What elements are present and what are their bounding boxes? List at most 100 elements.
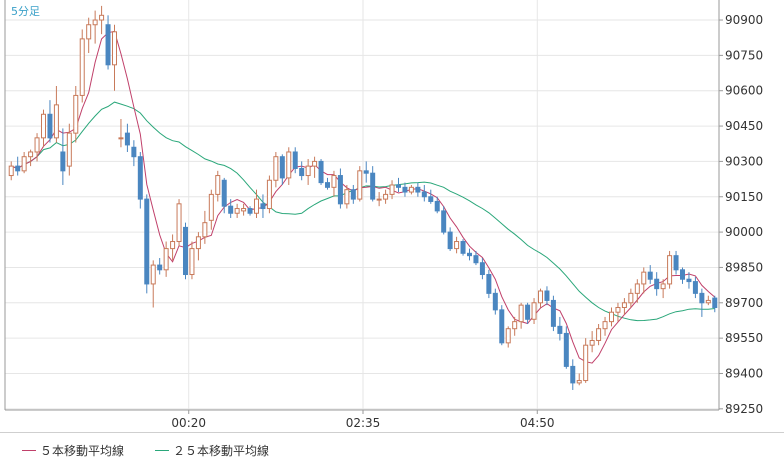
candle-body bbox=[679, 269, 686, 280]
candle-body bbox=[660, 283, 666, 290]
candle-body bbox=[395, 184, 402, 188]
candle-body bbox=[170, 241, 176, 250]
candle-body bbox=[376, 198, 382, 201]
timeframe-label: 5分足 bbox=[11, 5, 40, 18]
candle-body bbox=[92, 19, 98, 26]
candle-body bbox=[111, 31, 118, 66]
candle-body bbox=[563, 332, 569, 367]
candle-body bbox=[266, 179, 272, 210]
candle-body bbox=[460, 241, 466, 254]
candle-body bbox=[441, 210, 447, 233]
candle-body bbox=[34, 137, 40, 153]
candle-body bbox=[576, 380, 582, 384]
candle-body bbox=[189, 248, 195, 276]
y-tick-label: 90900 bbox=[725, 13, 763, 27]
y-tick-label: 89850 bbox=[725, 260, 763, 274]
candle-body bbox=[505, 328, 511, 344]
candle-body bbox=[486, 274, 492, 294]
candle-body bbox=[621, 302, 627, 308]
candle-body bbox=[686, 278, 692, 283]
candle-body bbox=[479, 262, 485, 276]
candle-body bbox=[260, 203, 266, 210]
y-tick-label: 90450 bbox=[725, 119, 763, 133]
candle-body bbox=[628, 292, 634, 304]
candle-body bbox=[253, 198, 260, 214]
candle-body bbox=[602, 321, 608, 330]
candle-body bbox=[131, 146, 137, 158]
y-tick-label: 90300 bbox=[725, 154, 763, 168]
candle-body bbox=[454, 241, 460, 250]
legend-ma5-label: ５本移動平均線 bbox=[40, 444, 125, 458]
candle-body bbox=[157, 264, 163, 271]
candle-body bbox=[357, 170, 363, 200]
candle-body bbox=[583, 344, 589, 382]
candle-body bbox=[318, 160, 324, 184]
candle-body bbox=[28, 151, 34, 158]
candle-body bbox=[550, 299, 556, 327]
candle-body bbox=[144, 198, 150, 285]
candle-body bbox=[363, 170, 369, 174]
candle-body bbox=[8, 165, 14, 177]
x-tick-label: 00:20 bbox=[171, 416, 206, 430]
candle-body bbox=[589, 339, 595, 346]
candle-body bbox=[150, 264, 156, 285]
candle-body bbox=[331, 175, 337, 188]
candle-body bbox=[537, 290, 544, 304]
candle-body bbox=[73, 94, 79, 134]
candle-body bbox=[350, 189, 356, 200]
candle-body bbox=[47, 113, 53, 139]
y-tick-label: 90600 bbox=[725, 84, 763, 98]
candle-body bbox=[712, 297, 718, 308]
candle-body bbox=[421, 191, 427, 198]
legend-ma25-label: ２５本移動平均線 bbox=[173, 444, 270, 458]
candle-body bbox=[137, 156, 143, 200]
candle-body bbox=[518, 304, 524, 323]
candle-body bbox=[608, 311, 615, 323]
candle-body bbox=[182, 226, 189, 276]
candle-body bbox=[337, 175, 343, 205]
candle-body bbox=[525, 304, 531, 320]
candle-body bbox=[692, 281, 698, 294]
legend-item-ma25: ２５本移動平均線 bbox=[155, 442, 269, 459]
candle-body bbox=[531, 302, 537, 320]
candle-body bbox=[118, 137, 124, 140]
candle-body bbox=[344, 189, 350, 205]
candle-body bbox=[641, 271, 647, 285]
candle-body bbox=[673, 255, 679, 271]
x-tick-label: 02:35 bbox=[346, 416, 381, 430]
candle-body bbox=[228, 205, 234, 214]
candle-body bbox=[279, 156, 285, 179]
y-tick-label: 89550 bbox=[725, 331, 763, 345]
candle-body bbox=[40, 113, 47, 139]
candle-body bbox=[60, 151, 66, 172]
candle-body bbox=[434, 200, 440, 212]
candle-body bbox=[79, 38, 85, 96]
candle-body bbox=[234, 208, 240, 214]
candle-body bbox=[21, 156, 27, 172]
candle-body bbox=[447, 231, 453, 250]
candle-body bbox=[195, 236, 201, 250]
candle-body bbox=[383, 193, 389, 200]
candle-body bbox=[647, 271, 653, 280]
candle-body bbox=[667, 255, 673, 285]
candle-body bbox=[99, 14, 105, 21]
candle-body bbox=[299, 167, 305, 177]
candle-body bbox=[408, 186, 414, 193]
y-tick-label: 90000 bbox=[725, 225, 763, 239]
candle-body bbox=[544, 290, 550, 301]
x-tick-label: 04:50 bbox=[520, 416, 555, 430]
candle-body bbox=[176, 203, 182, 243]
candle-body bbox=[512, 321, 518, 330]
candle-body bbox=[273, 156, 279, 181]
candle-body bbox=[415, 186, 421, 193]
candle-body bbox=[86, 24, 92, 40]
candle-body bbox=[705, 299, 711, 304]
candle-body bbox=[615, 307, 621, 313]
candle-body bbox=[324, 182, 331, 188]
candle-body bbox=[247, 208, 253, 214]
ma25-swatch bbox=[155, 450, 169, 451]
candle-body bbox=[596, 328, 602, 341]
candle-body bbox=[202, 222, 208, 238]
y-tick-label: 90150 bbox=[725, 190, 763, 204]
candle-body bbox=[53, 104, 59, 139]
